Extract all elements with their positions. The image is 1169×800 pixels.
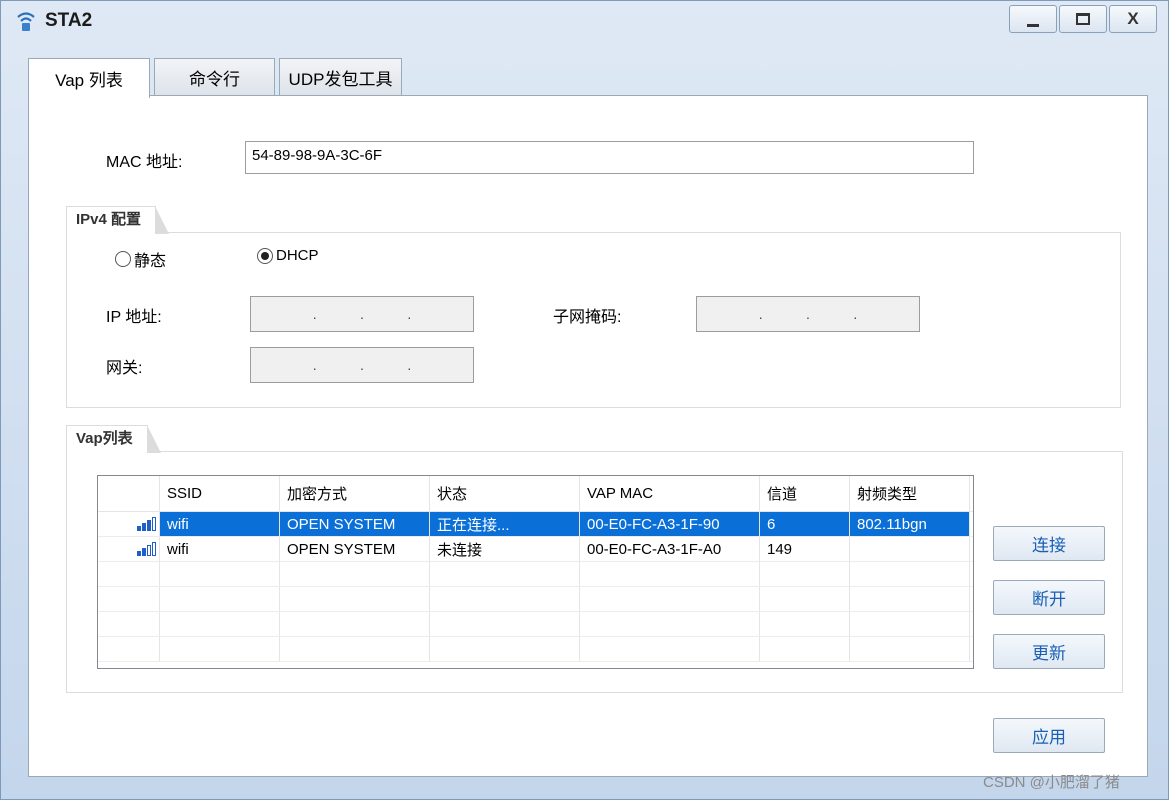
vap-list-group-title: Vap列表: [66, 425, 161, 453]
minimize-icon: [1027, 23, 1039, 27]
table-row[interactable]: wifi OPEN SYSTEM 正在连接... 00-E0-FC-A3-1F-…: [98, 512, 973, 537]
app-window: STA2 X Vap 列表 命令行 UDP发包工具 MAC 地址: 54-89-…: [0, 0, 1169, 800]
cell-vap-mac: 00-E0-FC-A3-1F-90: [580, 512, 760, 536]
gateway-label: 网关:: [106, 360, 143, 377]
column-header-status[interactable]: 状态: [430, 476, 580, 511]
minimize-button[interactable]: [1009, 5, 1057, 33]
static-radio-label: 静态: [134, 253, 167, 270]
maximize-icon: [1076, 13, 1090, 25]
wireless-station-icon: [17, 12, 35, 31]
cell-ssid: wifi: [160, 537, 280, 561]
cell-radio-type: [850, 537, 970, 561]
gateway-input[interactable]: . . .: [250, 347, 474, 383]
dhcp-radio-label: DHCP: [276, 247, 319, 264]
ip-dot: .: [407, 306, 412, 322]
window-title: STA2: [45, 10, 93, 31]
refresh-button[interactable]: 更新: [993, 634, 1105, 669]
mac-address-input[interactable]: 54-89-98-9A-3C-6F: [245, 141, 974, 174]
column-header-channel[interactable]: 信道: [760, 476, 850, 511]
ipv4-group-title: IPv4 配置: [66, 206, 170, 234]
disconnect-button[interactable]: 断开: [993, 580, 1105, 615]
column-header-radio-type[interactable]: 射频类型: [850, 476, 970, 511]
column-header-encryption[interactable]: 加密方式: [280, 476, 430, 511]
maximize-button[interactable]: [1059, 5, 1107, 33]
cell-status: 未连接: [430, 537, 580, 561]
cell-vap-mac: 00-E0-FC-A3-1F-A0: [580, 537, 760, 561]
cell-radio-type: 802.11bgn: [850, 512, 970, 536]
ip-dot: .: [312, 306, 317, 322]
mac-label: MAC 地址:: [106, 154, 183, 171]
ip-dot: .: [360, 306, 364, 322]
watermark: CSDN @小肥溜了猪: [983, 774, 1120, 791]
vap-table[interactable]: SSID 加密方式 状态 VAP MAC 信道 射频类型 wifi OPEN S…: [97, 475, 974, 669]
ip-dot: .: [853, 306, 858, 322]
cell-channel: 6: [760, 512, 850, 536]
signal-strength-icon: [137, 517, 156, 531]
static-radio-circle: [115, 251, 131, 267]
title-bar[interactable]: STA2 X: [1, 1, 1168, 41]
cell-status: 正在连接...: [430, 512, 580, 536]
table-row[interactable]: wifi OPEN SYSTEM 未连接 00-E0-FC-A3-1F-A0 1…: [98, 537, 973, 562]
table-header: SSID 加密方式 状态 VAP MAC 信道 射频类型: [98, 476, 973, 512]
signal-strength-icon: [137, 542, 156, 556]
tab-vap-list[interactable]: Vap 列表: [28, 58, 150, 98]
close-button[interactable]: X: [1109, 5, 1157, 33]
signal-cell: [98, 537, 160, 561]
ip-dot: .: [312, 357, 317, 373]
column-header-signal: [98, 476, 160, 511]
empty-table-row: [98, 612, 973, 637]
static-radio[interactable]: 静态: [115, 247, 166, 271]
signal-cell: [98, 512, 160, 536]
apply-button[interactable]: 应用: [993, 718, 1105, 753]
ip-dot: .: [806, 306, 810, 322]
subnet-mask-label: 子网掩码:: [553, 309, 622, 326]
tab-command-line[interactable]: 命令行: [154, 58, 275, 96]
cell-channel: 149: [760, 537, 850, 561]
radio-selected-dot: [261, 251, 269, 260]
ip-dot: .: [360, 357, 364, 373]
cell-encryption: OPEN SYSTEM: [280, 537, 430, 561]
ip-address-label: IP 地址:: [106, 309, 162, 326]
column-header-ssid[interactable]: SSID: [160, 476, 280, 511]
connect-button[interactable]: 连接: [993, 526, 1105, 561]
ip-address-input[interactable]: . . .: [250, 296, 474, 332]
ip-dot: .: [407, 357, 412, 373]
empty-table-row: [98, 637, 973, 662]
ip-dot: .: [758, 306, 763, 322]
subnet-mask-input[interactable]: . . .: [696, 296, 920, 332]
empty-table-row: [98, 562, 973, 587]
dhcp-radio-circle: [257, 247, 273, 264]
column-header-vap-mac[interactable]: VAP MAC: [580, 476, 760, 511]
cell-encryption: OPEN SYSTEM: [280, 512, 430, 536]
dhcp-radio[interactable]: DHCP: [257, 247, 319, 264]
cell-ssid: wifi: [160, 512, 280, 536]
close-icon: X: [1127, 9, 1139, 28]
tab-udp-tool[interactable]: UDP发包工具: [279, 58, 402, 96]
empty-table-row: [98, 587, 973, 612]
